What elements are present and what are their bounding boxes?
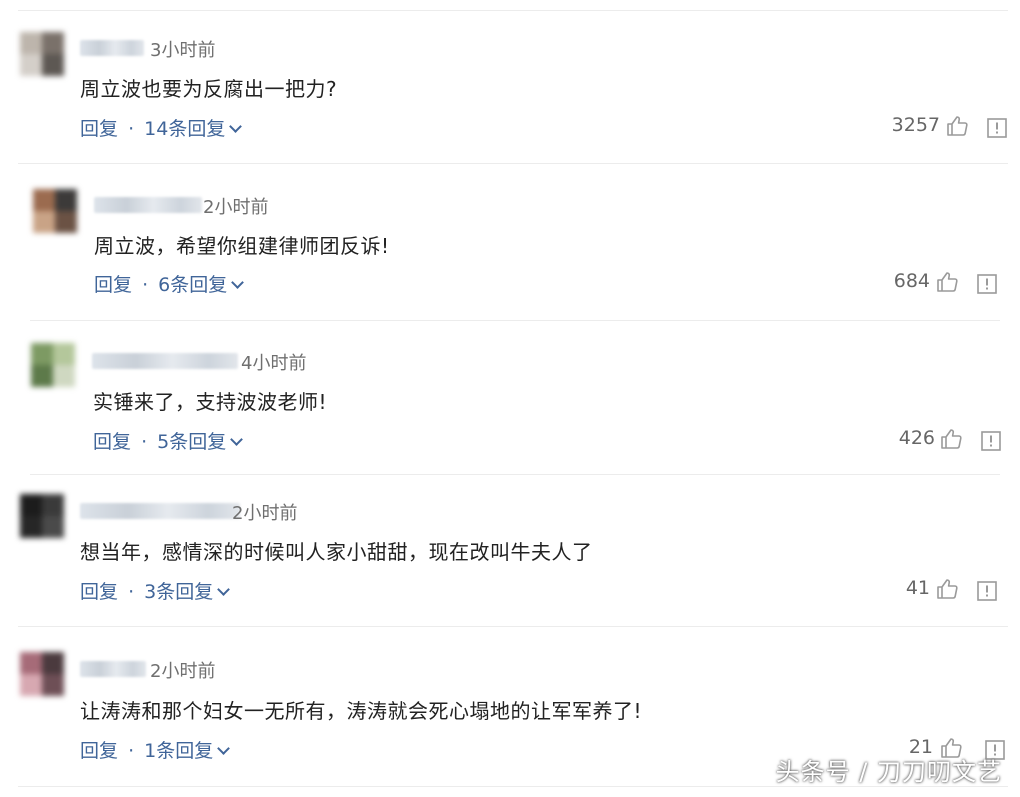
comment-text: 周立波，希望你组建律师团反诉! bbox=[94, 234, 390, 258]
like-count: 684 bbox=[893, 270, 930, 292]
reply-separator: · bbox=[141, 431, 148, 453]
reply-count[interactable]: 1条回复 bbox=[144, 740, 213, 762]
report-icon[interactable] bbox=[981, 431, 1001, 451]
reply-separator: · bbox=[128, 581, 135, 603]
avatar-pixel bbox=[42, 54, 64, 76]
avatar-pixel bbox=[33, 189, 55, 211]
comment-time: 2小时前 bbox=[203, 197, 269, 218]
reply-count[interactable]: 6条回复 bbox=[158, 274, 227, 296]
username-blurred[interactable] bbox=[80, 503, 240, 519]
thumbs-up-icon[interactable] bbox=[936, 578, 958, 600]
reply-label[interactable]: 回复 bbox=[80, 740, 118, 762]
chevron-down-icon[interactable] bbox=[230, 433, 244, 446]
comment-time: 2小时前 bbox=[150, 661, 216, 682]
avatar-pixel bbox=[20, 516, 42, 538]
reply-link[interactable]: 回复 · 5条回复 bbox=[93, 427, 244, 454]
avatar-pixel bbox=[55, 189, 77, 211]
report-icon[interactable] bbox=[977, 274, 997, 294]
avatar-pixel bbox=[31, 343, 53, 365]
top-divider bbox=[18, 10, 1008, 11]
comment-text: 实锤来了，支持波波老师! bbox=[93, 390, 328, 414]
report-icon[interactable] bbox=[987, 118, 1007, 138]
comment-time: 4小时前 bbox=[241, 353, 307, 374]
reply-count[interactable]: 3条回复 bbox=[144, 581, 213, 603]
avatar-pixel bbox=[42, 494, 64, 516]
avatar-pixel bbox=[42, 516, 64, 538]
reply-separator: · bbox=[128, 740, 135, 762]
username-blurred[interactable] bbox=[92, 353, 238, 369]
like-count: 426 bbox=[898, 427, 935, 449]
avatar[interactable] bbox=[20, 32, 64, 76]
thumbs-up-icon[interactable] bbox=[946, 115, 968, 137]
comment-text: 让涛涛和那个妇女一无所有，涛涛就会死心塌地的让军军养了! bbox=[80, 699, 643, 723]
avatar-pixel bbox=[20, 54, 42, 76]
avatar[interactable] bbox=[31, 343, 75, 387]
chevron-down-icon[interactable] bbox=[217, 742, 231, 755]
avatar-pixel bbox=[33, 211, 55, 233]
avatar-pixel bbox=[20, 674, 42, 696]
comment-divider bbox=[18, 163, 1008, 164]
reply-link[interactable]: 回复 · 1条回复 bbox=[80, 736, 231, 763]
avatar-pixel bbox=[55, 211, 77, 233]
reply-count[interactable]: 14条回复 bbox=[144, 118, 225, 140]
reply-link[interactable]: 回复 · 6条回复 bbox=[94, 270, 245, 297]
reply-label[interactable]: 回复 bbox=[80, 581, 118, 603]
avatar[interactable] bbox=[20, 652, 64, 696]
like-count: 41 bbox=[905, 577, 930, 599]
reply-separator: · bbox=[128, 118, 135, 140]
comment-time: 2小时前 bbox=[232, 503, 298, 524]
comment-text: 想当年，感情深的时候叫人家小甜甜，现在改叫牛夫人了 bbox=[80, 540, 593, 564]
avatar-pixel bbox=[42, 32, 64, 54]
reply-link[interactable]: 回复 · 3条回复 bbox=[80, 577, 231, 604]
avatar-pixel bbox=[20, 652, 42, 674]
avatar-pixel bbox=[42, 652, 64, 674]
avatar-pixel bbox=[42, 674, 64, 696]
avatar-pixel bbox=[31, 365, 53, 387]
reply-separator: · bbox=[142, 274, 149, 296]
like-count: 3257 bbox=[891, 114, 940, 136]
avatar-pixel bbox=[53, 343, 75, 365]
comment-divider bbox=[30, 474, 1000, 475]
avatar-pixel bbox=[20, 494, 42, 516]
reply-count[interactable]: 5条回复 bbox=[157, 431, 226, 453]
avatar-pixel bbox=[53, 365, 75, 387]
reply-link[interactable]: 回复 · 14条回复 bbox=[80, 114, 243, 141]
chevron-down-icon[interactable] bbox=[217, 583, 231, 596]
report-icon[interactable] bbox=[977, 581, 997, 601]
comment-divider bbox=[30, 320, 1000, 321]
reply-label[interactable]: 回复 bbox=[94, 274, 132, 296]
comment-text: 周立波也要为反腐出一把力? bbox=[80, 77, 338, 101]
thumbs-up-icon[interactable] bbox=[936, 271, 958, 293]
thumbs-up-icon[interactable] bbox=[940, 428, 962, 450]
reply-label[interactable]: 回复 bbox=[93, 431, 131, 453]
chevron-down-icon[interactable] bbox=[229, 120, 243, 133]
avatar-pixel bbox=[20, 32, 42, 54]
avatar[interactable] bbox=[33, 189, 77, 233]
watermark: 头条号 / 刀刀叨文艺 bbox=[775, 758, 1002, 786]
avatar[interactable] bbox=[20, 494, 64, 538]
username-blurred[interactable] bbox=[94, 197, 202, 213]
username-blurred[interactable] bbox=[80, 661, 146, 677]
username-blurred[interactable] bbox=[80, 40, 144, 56]
comment-divider bbox=[18, 626, 1008, 627]
reply-label[interactable]: 回复 bbox=[80, 118, 118, 140]
comment-time: 3小时前 bbox=[150, 40, 216, 61]
chevron-down-icon[interactable] bbox=[231, 276, 245, 289]
